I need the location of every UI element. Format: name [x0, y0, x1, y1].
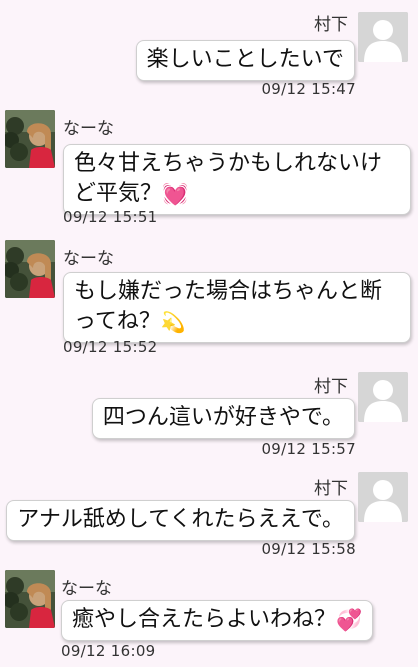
user-photo-icon — [5, 240, 55, 298]
chat-thread[interactable]: 村下 楽しいことしたいで 09/12 15:47 なーな 色々甘えちゃうかもしれ… — [0, 0, 418, 667]
person-silhouette-icon — [358, 372, 408, 422]
user-photo-icon — [5, 570, 55, 628]
timestamp: 09/12 15:47 — [261, 80, 356, 98]
message-text: 色々甘えちゃうかもしれないけど平気？ — [74, 151, 383, 206]
message-bubble[interactable]: 四つん這いが好きやで。 — [91, 398, 355, 439]
message-text: 楽しいことしたいで — [146, 47, 344, 72]
sender-name: 村下 — [314, 479, 348, 499]
two-hearts-icon: 💞 — [336, 608, 363, 632]
message-bubble[interactable]: アナル舐めしてくれたらええで。 — [6, 500, 355, 541]
message-text: 四つん這いが好きやで。 — [102, 405, 344, 430]
message-text: もし嫌だった場合はちゃんと断ってね？ — [74, 279, 383, 334]
timestamp: 09/12 15:58 — [261, 540, 356, 558]
message-bubble[interactable]: もし嫌だった場合はちゃんと断ってね？💫 — [63, 272, 411, 343]
heart-icon: 💓 — [162, 182, 189, 206]
message-bubble[interactable]: 癒やし合えたらよいわね？💞 — [61, 600, 374, 641]
sender-name: 村下 — [314, 15, 348, 35]
user-avatar[interactable] — [5, 110, 55, 168]
person-silhouette-icon — [358, 472, 408, 522]
timestamp: 09/12 15:52 — [63, 338, 158, 356]
message-text: 癒やし合えたらよいわね？ — [72, 607, 337, 632]
user-avatar[interactable] — [5, 570, 55, 628]
user-photo-icon — [5, 110, 55, 168]
default-avatar[interactable] — [358, 372, 408, 422]
sender-name: なーな — [61, 579, 112, 599]
timestamp: 09/12 16:09 — [61, 642, 156, 660]
default-avatar[interactable] — [358, 472, 408, 522]
message-text: アナル舐めしてくれたらええで。 — [17, 507, 344, 532]
timestamp: 09/12 15:51 — [63, 208, 158, 226]
message-bubble[interactable]: 色々甘えちゃうかもしれないけど平気？💓 — [63, 144, 411, 215]
message-bubble[interactable]: 楽しいことしたいで — [135, 40, 355, 81]
person-silhouette-icon — [358, 12, 408, 62]
timestamp: 09/12 15:57 — [261, 440, 356, 458]
default-avatar[interactable] — [358, 12, 408, 62]
sparkle-icon: 💫 — [160, 310, 186, 334]
sender-name: なーな — [63, 119, 114, 139]
sender-name: なーな — [63, 249, 114, 269]
sender-name: 村下 — [314, 377, 348, 397]
user-avatar[interactable] — [5, 240, 55, 298]
